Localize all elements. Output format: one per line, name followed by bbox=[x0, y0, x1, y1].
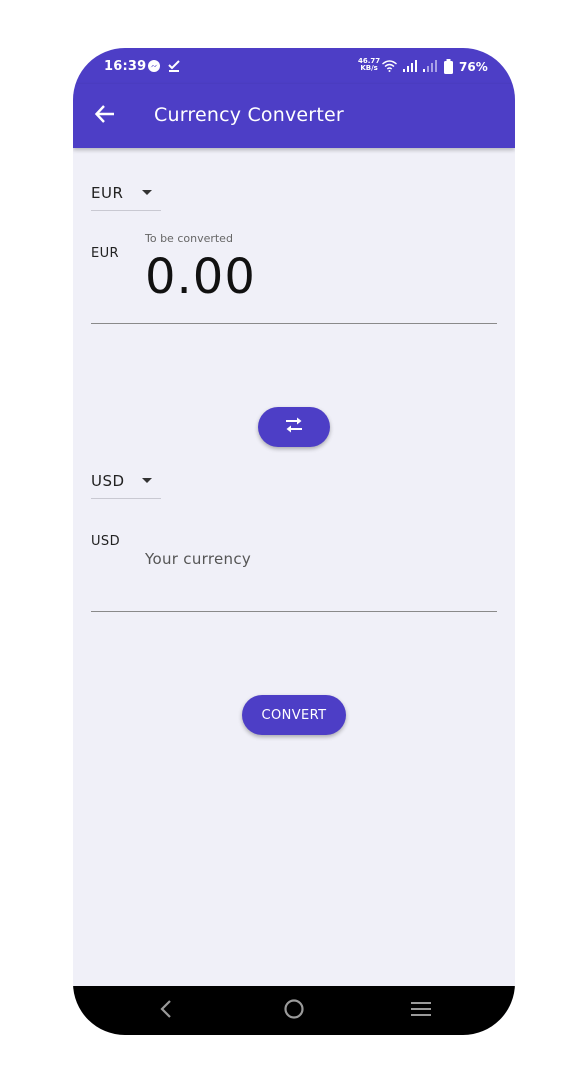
net-speed-unit: KB/s bbox=[360, 64, 378, 72]
signal-weak-icon bbox=[423, 59, 437, 73]
nav-back-button[interactable] bbox=[151, 996, 181, 1026]
phone-screen: 16:39 46.77 KB/s 76% Currency Converter … bbox=[73, 48, 515, 1035]
recents-icon bbox=[410, 1000, 432, 1022]
task-check-icon bbox=[167, 59, 181, 73]
dropdown-arrow-icon bbox=[142, 190, 152, 195]
system-nav-bar bbox=[73, 986, 515, 1035]
to-currency-code: USD bbox=[91, 534, 120, 549]
convert-button[interactable]: CONVERT bbox=[242, 695, 346, 735]
page-title: Currency Converter bbox=[154, 104, 344, 126]
battery-icon bbox=[444, 58, 453, 74]
converted-output-field[interactable]: Your currency bbox=[145, 550, 251, 568]
from-currency-dropdown[interactable]: EUR bbox=[91, 176, 161, 211]
back-button[interactable] bbox=[91, 102, 119, 130]
swap-button[interactable] bbox=[258, 407, 330, 447]
from-currency-code: EUR bbox=[91, 246, 119, 261]
messenger-icon bbox=[147, 59, 161, 73]
to-currency-selected: USD bbox=[91, 472, 125, 490]
app-bar: Currency Converter bbox=[73, 84, 515, 148]
status-bar: 16:39 46.77 KB/s 76% bbox=[73, 48, 515, 84]
arrow-left-icon bbox=[94, 103, 116, 129]
signal-icon bbox=[403, 59, 417, 73]
dropdown-arrow-icon bbox=[142, 478, 152, 483]
swap-arrows-icon bbox=[283, 416, 305, 438]
home-circle-icon bbox=[283, 998, 305, 1024]
amount-input[interactable]: 0.00 bbox=[145, 249, 256, 305]
from-currency-selected: EUR bbox=[91, 184, 124, 202]
amount-input-underline bbox=[91, 323, 497, 324]
battery-percent: 76% bbox=[459, 60, 488, 74]
back-triangle-icon bbox=[159, 999, 173, 1023]
nav-recents-button[interactable] bbox=[406, 996, 436, 1026]
from-field-label: To be converted bbox=[145, 232, 233, 245]
converter-form: EUR EUR To be converted 0.00 USD USD You bbox=[73, 148, 515, 986]
to-currency-dropdown[interactable]: USD bbox=[91, 464, 161, 499]
net-speed: 46.77 KB/s bbox=[358, 58, 380, 72]
output-field-underline bbox=[91, 611, 497, 612]
nav-home-button[interactable] bbox=[279, 996, 309, 1026]
wifi-icon bbox=[382, 59, 397, 73]
status-time: 16:39 bbox=[104, 59, 147, 74]
